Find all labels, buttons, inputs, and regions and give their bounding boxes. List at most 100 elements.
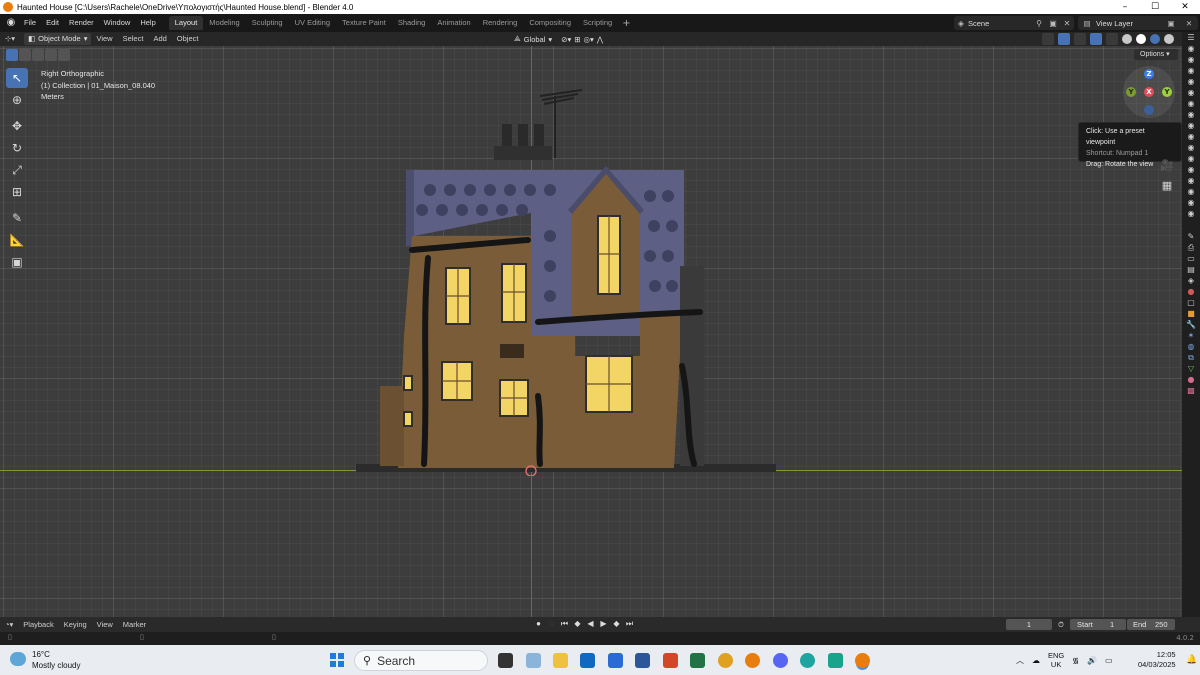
blender-logo-icon[interactable]: ◉ (3, 15, 19, 31)
visibility-toggle-icon[interactable]: ◉ (1182, 131, 1200, 142)
material-shading-icon[interactable] (1150, 34, 1160, 44)
stopwatch-icon[interactable]: ⏱ (1058, 619, 1064, 630)
outliner-icon[interactable]: ☰ (1182, 32, 1200, 43)
visibility-icon[interactable] (1042, 33, 1054, 45)
visibility-toggle-icon[interactable]: ◉ (1182, 208, 1200, 219)
blender-taskbar-icon[interactable] (745, 653, 760, 668)
visibility-toggle-icon[interactable]: ◉ (1182, 76, 1200, 87)
3d-viewport[interactable]: Right Orthographic (1) Collection | 01_M… (0, 46, 1182, 617)
transform-tool[interactable]: ⊞ (6, 182, 28, 202)
visibility-toggle-icon[interactable]: ◉ (1182, 120, 1200, 131)
auto-keying-icon[interactable]: ● (533, 618, 544, 630)
play-reverse-icon[interactable]: ◀ (585, 618, 596, 630)
visibility-toggle-icon[interactable]: ◉ (1182, 175, 1200, 186)
tab-rendering[interactable]: Rendering (477, 16, 524, 30)
new-scene-icon[interactable]: ▣ (1046, 19, 1060, 28)
physics-properties-icon[interactable]: ◍ (1182, 341, 1200, 352)
solid-shading-icon[interactable] (1136, 34, 1146, 44)
tab-modeling[interactable]: Modeling (203, 16, 245, 30)
outlook-icon[interactable] (580, 653, 595, 668)
visibility-toggle-icon[interactable]: ◉ (1182, 164, 1200, 175)
camera-view-icon[interactable]: 🎥 (1160, 159, 1174, 173)
taskbar-clock[interactable]: 12:05 04/03/2025 (1138, 650, 1176, 670)
overlays-dropdown-icon[interactable] (1074, 33, 1086, 45)
object-properties-icon[interactable]: ■ (1182, 308, 1200, 319)
visibility-toggle-icon[interactable]: ◉ (1182, 54, 1200, 65)
tab-sculpting[interactable]: Sculpting (246, 16, 289, 30)
powerpoint-icon[interactable] (663, 653, 678, 668)
cursor-tool[interactable]: ⊕ (6, 90, 28, 110)
transform-orientation-dropdown[interactable]: ⟁ Global ▾ ⊘▾ ⊞ ◎▾ ⋀ (514, 33, 603, 45)
options-dropdown[interactable]: Options ▾ (1134, 49, 1178, 60)
word-icon[interactable] (635, 653, 650, 668)
menu-timeline-view[interactable]: View (92, 620, 118, 629)
calendar-app-icon[interactable] (608, 653, 623, 668)
discord-icon[interactable] (773, 653, 788, 668)
move-tool[interactable]: ✥ (6, 116, 28, 136)
xray-icon[interactable] (1106, 33, 1118, 45)
select-box-tool[interactable]: ↖ (6, 68, 28, 88)
collection-properties-icon[interactable]: ▢ (1182, 297, 1200, 308)
gizmo-neg-z-axis[interactable] (1144, 105, 1154, 115)
pivot-icon[interactable]: ⊘▾ (561, 35, 571, 44)
excel-icon[interactable] (690, 653, 705, 668)
constraints-properties-icon[interactable]: ⧉ (1182, 352, 1200, 363)
editor-type-icon[interactable]: ⊹▾ (0, 32, 20, 46)
visibility-toggle-icon[interactable]: ◉ (1182, 109, 1200, 120)
scene-selector[interactable]: ◈ Scene ⚲ ▣ ✕ (954, 16, 1074, 30)
output-properties-icon[interactable]: ▭ (1182, 253, 1200, 264)
play-icon[interactable]: ▶ (598, 618, 609, 630)
task-view-icon[interactable] (498, 653, 513, 668)
gizmo-x-axis[interactable]: X (1144, 87, 1154, 97)
menu-window[interactable]: Window (99, 14, 136, 32)
menu-playback[interactable]: Playback (18, 620, 58, 629)
visibility-toggle-icon[interactable]: ◉ (1182, 153, 1200, 164)
menu-keying[interactable]: Keying (59, 620, 92, 629)
select-intersect-icon[interactable] (58, 49, 70, 61)
input-language[interactable]: ENG UK (1048, 651, 1064, 669)
scale-tool[interactable]: ⤢ (6, 160, 28, 180)
tool-properties-icon[interactable]: ✎ (1182, 231, 1200, 242)
gizmo-neg-y-axis[interactable]: Y (1126, 87, 1136, 97)
menu-marker[interactable]: Marker (118, 620, 151, 629)
file-explorer-icon[interactable] (553, 653, 568, 668)
tab-scripting[interactable]: Scripting (577, 16, 618, 30)
keying-set-icon[interactable]: ◌ (546, 618, 557, 630)
gizmo-y-axis[interactable]: Y (1162, 87, 1172, 97)
volume-icon[interactable]: 🔊 (1087, 656, 1097, 665)
rotate-tool[interactable]: ↻ (6, 138, 28, 158)
view-layer-properties-icon[interactable]: ▤ (1182, 264, 1200, 275)
object-mode-dropdown[interactable]: ◧ Object Mode ▾ (24, 33, 92, 45)
scene-name[interactable]: Scene (968, 19, 1032, 28)
visibility-toggle-icon[interactable]: ◉ (1182, 87, 1200, 98)
timeline-editor-icon[interactable]: ◔▾ (0, 620, 18, 629)
falloff-icon[interactable]: ⋀ (597, 35, 603, 44)
chrome-icon[interactable] (718, 653, 733, 668)
visibility-toggle-icon[interactable]: ◉ (1182, 186, 1200, 197)
ortho-toggle-icon[interactable]: ▦ (1160, 179, 1174, 193)
select-invert-icon[interactable] (45, 49, 57, 61)
add-workspace-button[interactable]: + (622, 18, 630, 29)
notifications-icon[interactable]: 🔔 (1186, 654, 1197, 665)
wireframe-shading-icon[interactable] (1122, 34, 1132, 44)
texture-properties-icon[interactable]: ▩ (1182, 385, 1200, 396)
tab-layout[interactable]: Layout (168, 16, 204, 30)
close-button[interactable]: ✕ (1170, 0, 1200, 14)
new-view-layer-icon[interactable]: ▣ (1162, 19, 1180, 28)
menu-select[interactable]: Select (118, 32, 149, 46)
network-status-icon[interactable]: ☁ (1032, 656, 1040, 665)
select-subtract-icon[interactable] (32, 49, 44, 61)
windows-start-icon[interactable] (330, 653, 344, 667)
tab-uv-editing[interactable]: UV Editing (289, 16, 336, 30)
blender-active-icon[interactable] (855, 653, 870, 668)
delete-view-layer-icon[interactable]: ✕ (1180, 19, 1198, 28)
visibility-toggle-icon[interactable]: ◉ (1182, 197, 1200, 208)
modifier-properties-icon[interactable]: 🔧 (1182, 319, 1200, 330)
visibility-toggle-icon[interactable]: ◉ (1182, 43, 1200, 54)
jump-start-icon[interactable]: ⏮ (559, 618, 570, 630)
chevron-up-icon[interactable]: ︿ (1016, 655, 1024, 666)
taskbar-search[interactable]: ⚲ Search (354, 650, 488, 671)
visibility-toggle-icon[interactable]: ◉ (1182, 65, 1200, 76)
menu-file[interactable]: File (19, 14, 41, 32)
menu-render[interactable]: Render (64, 14, 99, 32)
